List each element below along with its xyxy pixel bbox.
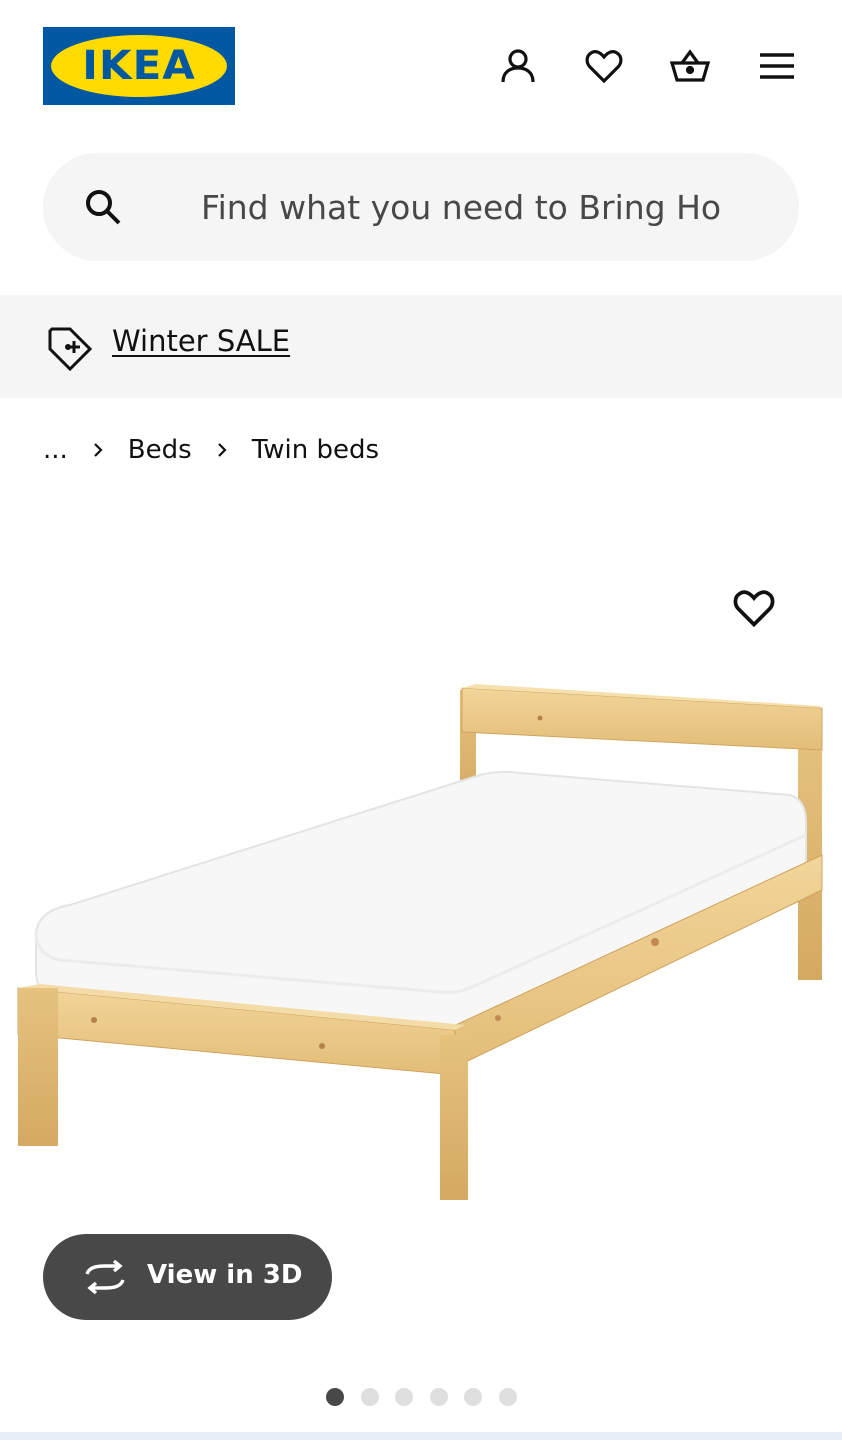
search-icon xyxy=(86,190,121,225)
basket-icon[interactable] xyxy=(668,44,712,88)
chevron-right-icon xyxy=(217,443,227,457)
logo-oval: IKEA xyxy=(51,35,227,97)
carousel-dot[interactable] xyxy=(429,1388,448,1406)
search-bar[interactable] xyxy=(43,153,799,261)
heart-icon[interactable] xyxy=(582,44,626,88)
carousel-dot[interactable] xyxy=(498,1388,517,1406)
heart-icon xyxy=(733,590,775,628)
breadcrumb-beds[interactable]: Beds xyxy=(128,435,192,465)
breadcrumb-twin-beds[interactable]: Twin beds xyxy=(252,435,379,465)
breadcrumb: ... Beds Twin beds xyxy=(43,430,379,470)
view-in-3d-label: View in 3D xyxy=(147,1260,303,1290)
menu-icon[interactable] xyxy=(755,44,799,88)
add-to-favorites-button[interactable] xyxy=(732,586,780,634)
view-in-3d-button[interactable]: View in 3D xyxy=(43,1234,332,1320)
carousel-dot[interactable] xyxy=(360,1388,379,1406)
bottom-strip xyxy=(0,1432,842,1440)
carousel-dot[interactable] xyxy=(464,1388,482,1406)
product-page: IKEA Find what you need to Bring Hor Win… xyxy=(0,0,842,1440)
user-icon[interactable] xyxy=(496,44,540,88)
logo-text: IKEA xyxy=(82,43,196,89)
price-tag-icon xyxy=(48,327,93,371)
carousel-dots xyxy=(0,1388,842,1408)
chevron-right-icon xyxy=(94,443,103,457)
breadcrumb-ellipsis[interactable]: ... xyxy=(43,435,68,465)
rotate-icon xyxy=(85,1259,125,1295)
carousel-dot[interactable] xyxy=(326,1388,344,1406)
winter-sale-link[interactable]: Winter SALE xyxy=(112,324,290,358)
ikea-logo[interactable]: IKEA xyxy=(43,27,235,105)
search-input[interactable] xyxy=(201,183,723,231)
carousel-dot[interactable] xyxy=(395,1388,413,1406)
bed-product-image[interactable] xyxy=(0,560,842,1220)
header: IKEA xyxy=(0,0,842,140)
